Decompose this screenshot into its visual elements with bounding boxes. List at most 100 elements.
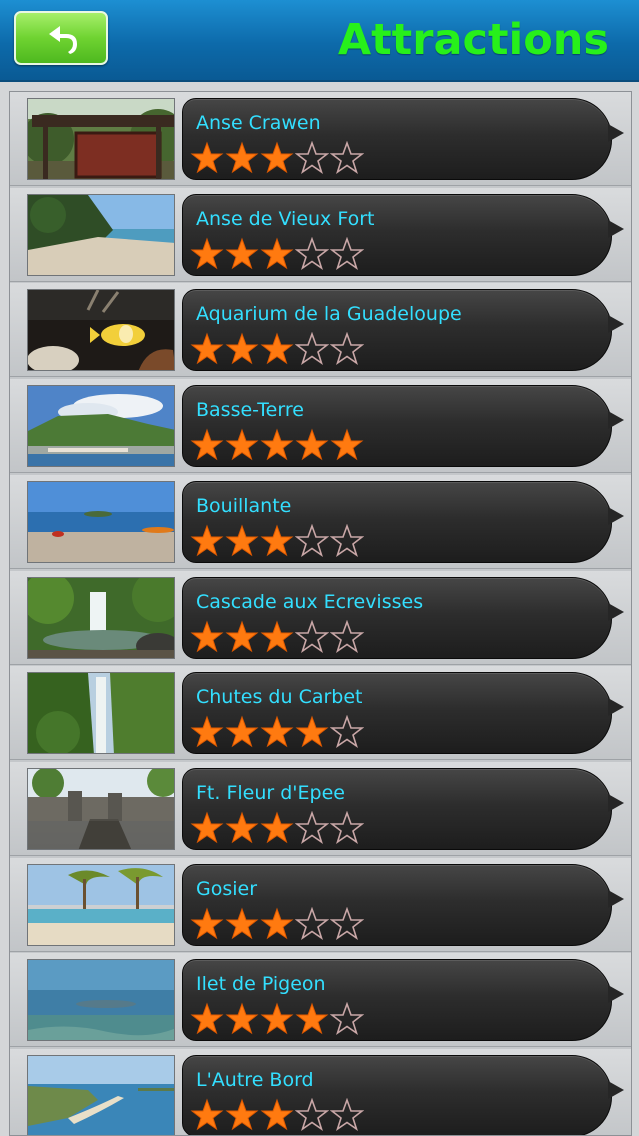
attraction-photo (27, 193, 175, 276)
star-empty-icon (295, 1098, 330, 1132)
attraction-name: Gosier (196, 877, 258, 900)
navigation-bar: Attractions (0, 0, 639, 82)
attraction-name: Ft. Fleur d'Epee (196, 781, 345, 804)
attraction-name: Basse-Terre (196, 399, 304, 422)
disclosure-arrow-icon (608, 411, 624, 430)
disclosure-arrow-icon (608, 219, 624, 238)
star-filled-icon (260, 620, 295, 654)
star-empty-icon (330, 236, 365, 271)
attraction-name: Bouillante (196, 494, 292, 517)
star-filled-icon (190, 332, 225, 366)
star-filled-icon (260, 811, 295, 845)
star-filled-icon (225, 141, 260, 175)
back-arrow-icon (49, 26, 77, 54)
attraction-row[interactable]: Anse de Vieux Fort (10, 187, 631, 282)
page-title: Attractions (337, 15, 609, 65)
star-empty-icon (330, 1098, 365, 1132)
disclosure-arrow-icon (608, 602, 624, 621)
star-filled-icon (260, 237, 295, 271)
attraction-row[interactable]: Ilet de Pigeon (10, 953, 631, 1048)
attraction-row[interactable]: Basse-Terre (10, 379, 631, 474)
attraction-row[interactable]: Bouillante (10, 474, 631, 569)
attraction-photo (27, 289, 175, 372)
star-rating (190, 428, 365, 462)
attraction-row[interactable]: Aquarium de la Guadeloupe (10, 283, 631, 378)
star-filled-icon (260, 524, 295, 558)
star-empty-icon (330, 619, 365, 654)
star-filled-icon (225, 1098, 260, 1132)
attraction-row[interactable]: Chutes du Carbet (10, 666, 631, 761)
attraction-photo (27, 1055, 175, 1135)
star-filled-icon (225, 620, 260, 654)
attraction-photo (27, 98, 175, 180)
star-filled-icon (260, 715, 295, 749)
star-rating (190, 523, 365, 558)
disclosure-arrow-icon (608, 889, 624, 908)
star-filled-icon (225, 428, 260, 462)
star-empty-icon (295, 619, 330, 654)
attraction-photo (27, 959, 175, 1042)
attraction-name: Chutes du Carbet (196, 686, 363, 709)
star-filled-icon (225, 811, 260, 845)
star-filled-icon (190, 237, 225, 271)
star-rating (190, 332, 365, 366)
star-empty-icon (295, 332, 330, 366)
star-rating (190, 619, 365, 654)
attraction-name: Anse Crawen (196, 112, 321, 134)
star-filled-icon (260, 428, 295, 462)
star-filled-icon (190, 428, 225, 462)
star-filled-icon (190, 141, 225, 175)
star-filled-icon (260, 141, 295, 175)
star-rating (190, 810, 365, 845)
star-empty-icon (295, 523, 330, 558)
attraction-row[interactable]: L'Autre Bord (10, 1049, 631, 1135)
star-empty-icon (295, 906, 330, 941)
attraction-name: Anse de Vieux Fort (196, 207, 375, 230)
star-filled-icon (260, 907, 295, 941)
star-filled-icon (295, 428, 330, 462)
star-empty-icon (295, 141, 330, 175)
star-filled-icon (225, 1002, 260, 1036)
star-empty-icon (330, 523, 365, 558)
attraction-row[interactable]: Anse Crawen (10, 92, 631, 186)
disclosure-arrow-icon (608, 506, 624, 525)
star-filled-icon (330, 428, 365, 462)
star-filled-icon (225, 524, 260, 558)
star-rating (190, 141, 365, 175)
disclosure-arrow-icon (608, 793, 624, 812)
star-empty-icon (295, 236, 330, 271)
star-rating (190, 236, 365, 271)
star-filled-icon (295, 1002, 330, 1036)
star-rating (190, 906, 365, 941)
attraction-row[interactable]: Ft. Fleur d'Epee (10, 761, 631, 856)
attraction-photo (27, 576, 175, 659)
attraction-name: Aquarium de la Guadeloupe (196, 303, 462, 326)
attraction-photo (27, 767, 175, 850)
star-filled-icon (225, 237, 260, 271)
star-empty-icon (330, 332, 365, 366)
star-filled-icon (260, 332, 295, 366)
star-empty-icon (330, 810, 365, 845)
star-rating (190, 715, 365, 749)
star-filled-icon (190, 620, 225, 654)
star-filled-icon (190, 524, 225, 558)
star-filled-icon (190, 1098, 225, 1132)
disclosure-arrow-icon (608, 985, 624, 1004)
star-filled-icon (190, 907, 225, 941)
star-empty-icon (330, 906, 365, 941)
star-empty-icon (330, 715, 365, 749)
star-filled-icon (190, 811, 225, 845)
attractions-list[interactable]: Anse Crawen Anse de Vieux Fort Aquarium de… (9, 91, 632, 1136)
star-rating (190, 1002, 365, 1036)
star-empty-icon (295, 810, 330, 845)
back-button[interactable] (14, 11, 108, 65)
star-filled-icon (225, 332, 260, 366)
attraction-name: L'Autre Bord (196, 1069, 314, 1091)
attraction-photo (27, 385, 175, 468)
attraction-photo (27, 672, 175, 755)
star-rating (190, 1098, 365, 1132)
disclosure-arrow-icon (608, 124, 624, 142)
attraction-row[interactable]: Gosier (10, 857, 631, 952)
attraction-row[interactable]: Cascade aux Ecrevisses (10, 570, 631, 665)
disclosure-arrow-icon (608, 1081, 624, 1099)
